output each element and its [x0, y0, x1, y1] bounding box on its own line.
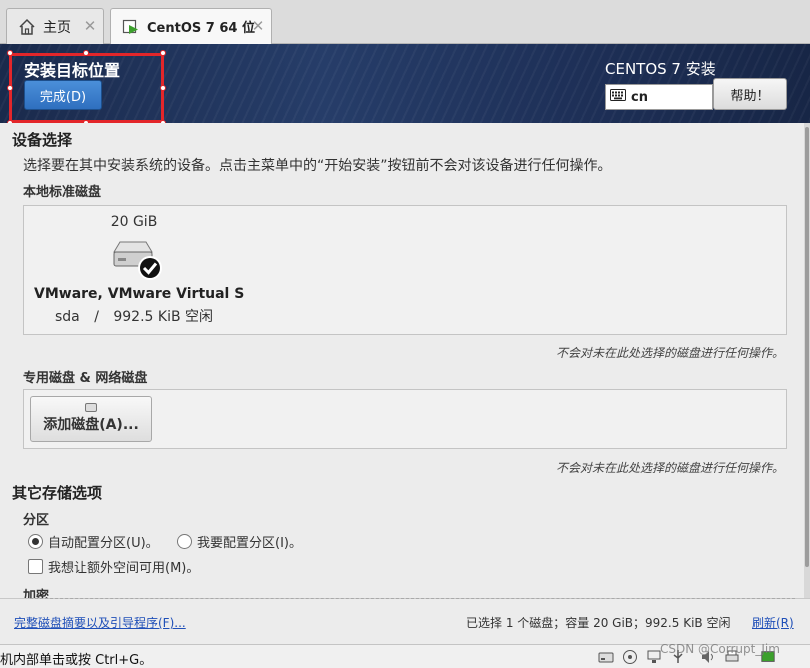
- vertical-scrollbar[interactable]: [804, 123, 810, 598]
- device-selection-title: 设备选择: [12, 131, 73, 149]
- scrollbar-thumb[interactable]: [805, 127, 809, 567]
- tab-centos-vm[interactable]: CentOS 7 64 位 ✕: [110, 8, 272, 44]
- keyboard-layout-indicator[interactable]: cn: [605, 84, 713, 110]
- close-icon[interactable]: ✕: [83, 17, 97, 35]
- resize-handle: [160, 50, 166, 56]
- manual-partition-label: 我要配置分区(I)。: [197, 536, 302, 551]
- tab-home-label: 主页: [43, 19, 71, 36]
- disk-free-space: 992.5 KiB 空闲: [113, 309, 214, 325]
- manual-partition-option[interactable]: 我要配置分区(I)。: [177, 532, 302, 551]
- auto-partition-radio[interactable]: [28, 534, 43, 549]
- partitioning-label: 分区: [23, 513, 50, 528]
- status-message: 机内部单击或按 Ctrl+G。: [0, 653, 153, 668]
- vm-icon: [121, 17, 141, 37]
- disk-icon: [85, 403, 97, 412]
- add-disk-button[interactable]: 添加磁盘(A)...: [30, 396, 152, 442]
- auto-partition-label: 自动配置分区(U)。: [48, 536, 159, 551]
- tab-bar: 主页 ✕ CentOS 7 64 位 ✕: [0, 0, 810, 44]
- other-storage-title: 其它存储选项: [12, 484, 103, 502]
- extra-space-label: 我想让额外空间可用(M)。: [48, 561, 200, 576]
- special-disks-panel: 添加磁盘(A)...: [23, 389, 787, 449]
- cd-icon[interactable]: [622, 649, 638, 665]
- home-icon: [17, 17, 37, 37]
- resize-handle: [7, 50, 13, 56]
- help-button[interactable]: 帮助！: [713, 78, 787, 110]
- extra-space-option[interactable]: 我想让额外空间可用(M)。: [28, 557, 199, 576]
- manual-partition-radio[interactable]: [177, 534, 192, 549]
- divider: [30, 598, 795, 599]
- encryption-label: 加密: [23, 589, 50, 598]
- local-disks-panel: 20 GiB VMware, VMware Virtual S sda / 99…: [23, 205, 787, 335]
- footer-bar: 完整磁盘摘要以及引导程序(F)... 已选择 1 个磁盘；容量 20 GiB；9…: [0, 598, 810, 644]
- full-disk-summary-link[interactable]: 完整磁盘摘要以及引导程序(F)...: [14, 614, 186, 631]
- resize-handle: [83, 50, 89, 56]
- content-area: 设备选择 选择要在其中安装系统的设备。点击主菜单中的“开始安装”按钮前不会对该设…: [0, 123, 804, 598]
- hard-disk-icon: [106, 238, 162, 282]
- close-icon[interactable]: ✕: [251, 17, 265, 35]
- add-disk-label: 添加磁盘(A)...: [43, 417, 139, 433]
- auto-partition-option[interactable]: 自动配置分区(U)。: [28, 532, 159, 551]
- keyboard-icon: [610, 89, 626, 105]
- local-disks-note: 不会对未在此处选择的磁盘进行任何操作。: [555, 346, 784, 360]
- hdd-icon[interactable]: [598, 649, 614, 665]
- watermark-text: CSDN @Corrupt_Jim: [660, 642, 780, 656]
- special-disks-note: 不会对未在此处选择的磁盘进行任何操作。: [555, 461, 784, 475]
- disk-device: sda: [54, 309, 80, 325]
- disk-summary: 已选择 1 个磁盘；容量 20 GiB；992.5 KiB 空闲: [466, 616, 731, 630]
- highlight-annotation: [9, 53, 164, 123]
- tab-vm-label: CentOS 7 64 位: [147, 21, 255, 36]
- keyboard-layout-label: cn: [631, 89, 648, 105]
- disk-name: VMware, VMware Virtual S: [34, 286, 245, 302]
- disk-info: sda / 992.5 KiB 空闲: [34, 306, 234, 326]
- tab-home[interactable]: 主页 ✕: [6, 8, 104, 44]
- local-disks-label: 本地标准磁盘: [23, 185, 102, 200]
- disk-sda[interactable]: 20 GiB VMware, VMware Virtual S sda / 99…: [34, 210, 245, 328]
- product-title: CENTOS 7 安装: [605, 60, 716, 78]
- special-disks-label: 专用磁盘 & 网络磁盘: [23, 371, 148, 386]
- disk-separator: /: [94, 309, 99, 325]
- device-selection-description: 选择要在其中安装系统的设备。点击主菜单中的“开始安装”按钮前不会对该设备进行任何…: [23, 158, 612, 174]
- resize-handle: [7, 85, 13, 91]
- refresh-link[interactable]: 刷新(R): [752, 614, 794, 631]
- extra-space-checkbox[interactable]: [28, 559, 43, 574]
- disk-size: 20 GiB: [110, 214, 158, 230]
- resize-handle: [160, 85, 166, 91]
